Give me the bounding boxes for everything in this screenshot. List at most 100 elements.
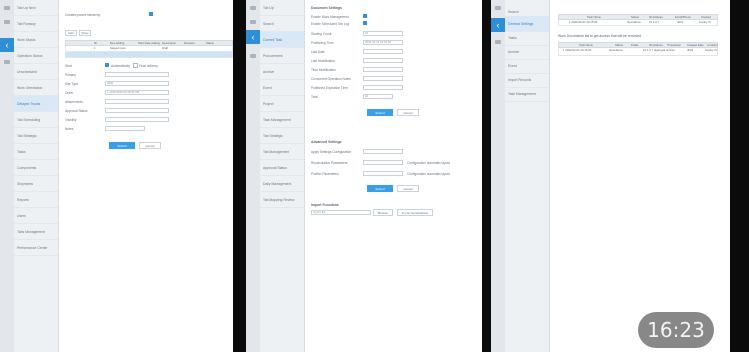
menu-icon[interactable] [495, 6, 501, 10]
sidebar-item[interactable]: Tasks [14, 144, 58, 160]
chevron-left-icon[interactable]: ‹ [0, 38, 14, 52]
sidebar-item[interactable]: Tab Mapping Review [260, 192, 304, 208]
field-label: Time Modification [311, 68, 336, 72]
header-checkbox[interactable] [149, 12, 153, 16]
sidebar-item[interactable]: Task Management [260, 112, 304, 128]
sidebar-item[interactable]: Event [260, 80, 304, 96]
sidebar-item[interactable]: Work Status [14, 32, 58, 48]
sidebar-item[interactable]: Tab Up [260, 0, 304, 16]
menu-icon[interactable] [4, 6, 10, 10]
checkbox[interactable] [363, 14, 367, 18]
sidebar-item-active[interactable]: Delayed Trucks [14, 96, 58, 112]
radio-b[interactable] [133, 63, 138, 68]
settings-icon[interactable] [495, 40, 501, 44]
sidebar-item[interactable]: Tab Strategic [14, 128, 58, 144]
sidebar-item[interactable]: Project [260, 96, 304, 112]
cell: Inquiry Ct [705, 48, 717, 52]
field-label: Start [65, 64, 72, 68]
chevron-left-icon[interactable]: ‹ [246, 30, 260, 44]
site-type-select[interactable]: 2020 [105, 81, 169, 86]
last-date-input[interactable] [363, 49, 403, 54]
sidebar-item[interactable]: Tabs Management [14, 224, 58, 240]
adv-input[interactable] [363, 160, 403, 165]
sidebar-item[interactable]: Tab Runway [14, 16, 58, 32]
sidebar-item[interactable]: Performance Center [14, 240, 58, 256]
approval-input[interactable] [105, 108, 169, 113]
total-input[interactable]: 10 [363, 94, 393, 99]
field-label: Site Type [65, 82, 79, 86]
sidebar-item[interactable]: Procurement [260, 48, 304, 64]
radio-a-label: Automatically [111, 64, 130, 68]
notes-input[interactable] [105, 126, 145, 131]
attachments-input[interactable] [105, 99, 169, 104]
settings-icon[interactable] [4, 60, 10, 64]
browse-button[interactable]: Browse [373, 209, 393, 216]
field-label: Total [311, 95, 318, 99]
chevron-left-icon[interactable]: ‹ [491, 18, 505, 32]
expiration-input[interactable] [363, 85, 403, 90]
sidebar-item[interactable]: Archive [260, 64, 304, 80]
cell: 1 [94, 46, 96, 50]
time-modification-input[interactable] [363, 67, 403, 72]
sidebar-item[interactable]: Daily Management [260, 176, 304, 192]
publishing-time-input[interactable]: 2020-02-01 22:15:00 [363, 40, 403, 45]
cell: 1 2020-02-01 20:15:00 [569, 20, 598, 24]
field-label: Publish Parameters [311, 172, 339, 176]
order-select[interactable]: 1 2023-2024 02:20:04 AM [105, 90, 169, 95]
sidebar-item[interactable]: Components [14, 160, 58, 176]
sidebar-item[interactable]: Search [260, 16, 304, 32]
sidebar-item[interactable]: Task Management [505, 86, 549, 102]
sidebar-item[interactable]: Shipments [14, 176, 58, 192]
field-label: Recalculation Parameters [311, 161, 348, 165]
cancel-button[interactable]: Cancel [397, 185, 419, 192]
table-row-selected[interactable] [65, 52, 233, 58]
sidebar-item[interactable]: Users [14, 208, 58, 224]
panel-2: ‹ Tab Up Search Current Task Procurement… [246, 0, 482, 352]
sidebar-item[interactable]: Tab Up Next [14, 0, 58, 16]
home-icon[interactable] [4, 20, 10, 24]
starting-count-input[interactable]: 10 [363, 31, 403, 36]
tab-move[interactable]: Move [79, 30, 91, 36]
sidebar-item[interactable]: Approval Status [260, 160, 304, 176]
checkbox[interactable] [363, 21, 367, 25]
sidebar-item[interactable]: Tab Management [260, 144, 304, 160]
adv-input[interactable] [363, 171, 403, 176]
last-modification-input[interactable] [363, 58, 403, 63]
adv-input[interactable] [363, 149, 403, 154]
import-button[interactable]: Import Spreadsheet [397, 209, 433, 216]
home-icon[interactable] [250, 20, 256, 24]
cell: Draft [162, 46, 169, 50]
section-title: Document Settings [311, 6, 342, 10]
primary-input[interactable] [105, 72, 169, 77]
table-row[interactable]: 1 2020-02-01 20:15:00 Operations 10.1.2.… [558, 20, 718, 26]
table-row[interactable]: 1 2020-02-01 20:15:00 Operations 10.1.2.… [558, 48, 718, 56]
cancel-button[interactable]: Cancel [139, 142, 161, 149]
sidebar-item-active[interactable]: Current Task [260, 32, 304, 48]
tab-edit[interactable]: Edit [65, 30, 77, 36]
submit-button[interactable]: Submit [367, 109, 393, 116]
sidebar-item[interactable]: Reports [14, 192, 58, 208]
cancel-button[interactable]: Cancel [397, 109, 419, 116]
menu-icon[interactable] [250, 6, 256, 10]
section-title: Advanced Settings [311, 140, 342, 144]
operation-notes-input[interactable] [363, 76, 403, 81]
field-label: Starting Count [311, 32, 332, 36]
sidebar-item[interactable]: Tab Scheduling [14, 112, 58, 128]
divider [482, 0, 491, 352]
radio-b-label: Final delivery [139, 64, 158, 68]
hint-text: Configuration automatic layout [407, 172, 451, 176]
field-label: Apply Settings Configuration [311, 150, 352, 154]
import-file-input[interactable]: Import file [311, 210, 371, 215]
sidebar: Tab Up Next Tab Runway Work Status Opera… [14, 0, 59, 352]
sidebar-item[interactable]: Work Orientation [14, 80, 58, 96]
sidebar-item[interactable]: Unscheduled [14, 64, 58, 80]
submit-button[interactable]: Submit [109, 142, 135, 149]
visibility-input[interactable] [105, 117, 169, 122]
sidebar-item[interactable]: Tab Strategic [260, 128, 304, 144]
settings-icon[interactable] [250, 54, 256, 58]
hint-text: Configuration automatic layout [407, 161, 451, 165]
sidebar-item[interactable]: Operation Status [14, 48, 58, 64]
field-label: Enable Work Management [311, 15, 349, 19]
radio-a[interactable] [105, 63, 109, 67]
submit-button[interactable]: Submit [367, 185, 393, 192]
